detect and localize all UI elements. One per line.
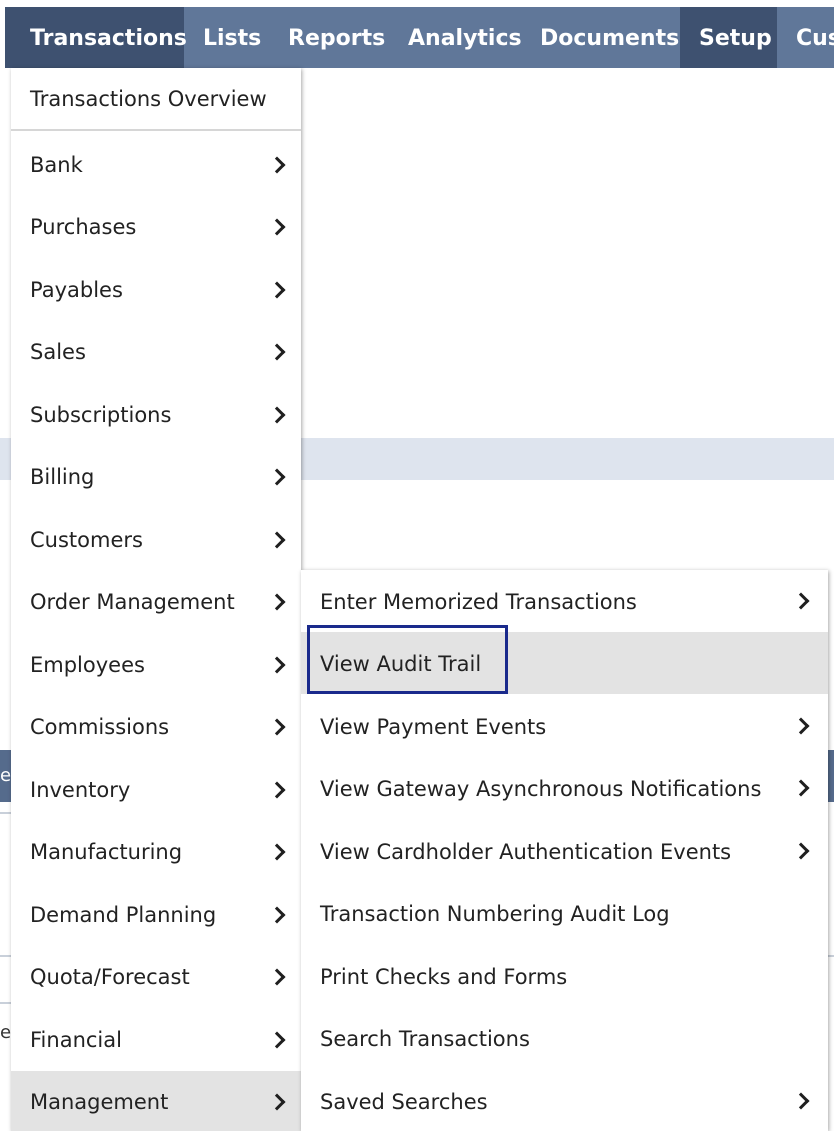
menu-item-management[interactable]: Management <box>11 1071 301 1131</box>
chevron-right-icon <box>268 718 286 736</box>
menu-item-label: Customers <box>30 528 143 552</box>
chevron-right-icon <box>268 343 286 361</box>
menu-item-customers[interactable]: Customers <box>11 509 301 571</box>
menu-item-purchases[interactable]: Purchases <box>11 196 301 258</box>
menu-item-transactions-overview[interactable]: Transactions Overview <box>11 68 301 131</box>
chevron-right-icon <box>268 406 286 424</box>
menu-item-label: Employees <box>30 653 145 677</box>
menu-item-label: Commissions <box>30 715 170 739</box>
chevron-right-icon <box>792 779 810 797</box>
menu-item-financial[interactable]: Financial <box>11 1009 301 1071</box>
nav-tab-label: Documents <box>540 26 680 51</box>
chevron-right-icon <box>268 531 286 549</box>
chevron-right-icon <box>792 717 810 735</box>
chevron-right-icon <box>792 592 810 610</box>
menu-item-label: Demand Planning <box>30 903 217 927</box>
submenu-item-label: Search Transactions <box>320 1027 530 1051</box>
chevron-right-icon <box>268 906 286 924</box>
menu-item-payables[interactable]: Payables <box>11 259 301 321</box>
menu-item-billing[interactable]: Billing <box>11 446 301 508</box>
background-divider <box>0 812 11 814</box>
submenu-item-saved-searches[interactable]: Saved Searches <box>301 1070 828 1131</box>
chevron-right-icon <box>268 218 286 236</box>
menu-item-label: Billing <box>30 465 95 489</box>
background-divider <box>828 955 834 957</box>
nav-tab-documents[interactable]: Documents <box>523 7 680 68</box>
menu-item-label: Sales <box>30 340 86 364</box>
submenu-item-transaction-numbering-audit-log[interactable]: Transaction Numbering Audit Log <box>301 882 828 944</box>
chevron-right-icon <box>268 593 286 611</box>
nav-tab-label: Reports <box>288 26 386 51</box>
nav-tab-analytics[interactable]: Analytics <box>389 7 523 68</box>
menu-item-subscriptions[interactable]: Subscriptions <box>11 384 301 446</box>
highlight-annotation-box <box>307 625 508 694</box>
chevron-right-icon <box>792 1092 810 1110</box>
menu-item-label: Bank <box>30 153 83 177</box>
submenu-item-search-transactions[interactable]: Search Transactions <box>301 1007 828 1069</box>
nav-tab-label: Cus <box>796 26 834 51</box>
menu-item-demand-planning[interactable]: Demand Planning <box>11 884 301 946</box>
menu-item-employees[interactable]: Employees <box>11 634 301 696</box>
chevron-right-icon <box>792 842 810 860</box>
chevron-right-icon <box>268 843 286 861</box>
menu-item-order-management[interactable]: Order Management <box>11 571 301 633</box>
submenu-item-label: View Payment Events <box>320 715 547 739</box>
nav-tab-label: Transactions <box>30 26 187 51</box>
menu-item-label: Inventory <box>30 778 131 802</box>
nav-tab-label: Lists <box>203 26 262 51</box>
chevron-right-icon <box>268 1031 286 1049</box>
menu-item-label: Transactions Overview <box>30 87 267 111</box>
submenu-item-label: Print Checks and Forms <box>320 965 568 989</box>
menu-item-quota-forecast[interactable]: Quota/Forecast <box>11 946 301 1008</box>
menu-item-commissions[interactable]: Commissions <box>11 696 301 758</box>
submenu-item-enter-memorized-transactions[interactable]: Enter Memorized Transactions <box>301 570 828 632</box>
menu-item-bank[interactable]: Bank <box>11 134 301 196</box>
nav-tab-customization[interactable]: Cus <box>777 7 834 68</box>
background-divider <box>0 955 11 957</box>
menu-item-label: Financial <box>30 1028 122 1052</box>
nav-tab-label: Analytics <box>408 26 522 51</box>
menu-item-sales[interactable]: Sales <box>11 321 301 383</box>
menu-item-label: Order Management <box>30 590 235 614</box>
nav-tab-reports[interactable]: Reports <box>269 7 389 68</box>
submenu-item-label: Enter Memorized Transactions <box>320 590 637 614</box>
chevron-right-icon <box>268 968 286 986</box>
menu-item-label: Quota/Forecast <box>30 965 190 989</box>
menu-item-label: Management <box>30 1090 169 1114</box>
nav-tab-setup[interactable]: Setup <box>680 7 777 68</box>
chevron-right-icon <box>268 656 286 674</box>
background-text-fragment: e <box>0 1022 12 1043</box>
submenu-item-label: View Cardholder Authentication Events <box>320 840 732 864</box>
nav-tab-lists[interactable]: Lists <box>184 7 269 68</box>
menu-item-label: Purchases <box>30 215 137 239</box>
submenu-item-view-payment-events[interactable]: View Payment Events <box>301 695 828 757</box>
top-nav-bar: Transactions Lists Reports Analytics Doc… <box>5 7 834 68</box>
transactions-menu: Transactions Overview Bank Purchases Pay… <box>11 68 301 1131</box>
submenu-item-view-gateway-asynchronous-notifications[interactable]: View Gateway Asynchronous Notifications <box>301 757 828 819</box>
submenu-item-label: View Gateway Asynchronous Notifications <box>320 777 762 801</box>
submenu-item-label: Saved Searches <box>320 1090 488 1114</box>
submenu-item-label: Transaction Numbering Audit Log <box>320 902 670 926</box>
chevron-right-icon <box>268 281 286 299</box>
menu-item-label: Manufacturing <box>30 840 183 864</box>
background-header-strip-right <box>828 750 834 802</box>
menu-item-label: Subscriptions <box>30 403 172 427</box>
background-divider <box>0 1002 11 1004</box>
background-text-fragment: e <box>0 765 12 786</box>
chevron-right-icon <box>268 1093 286 1111</box>
submenu-item-print-checks-and-forms[interactable]: Print Checks and Forms <box>301 945 828 1007</box>
chevron-right-icon <box>268 468 286 486</box>
menu-item-inventory[interactable]: Inventory <box>11 759 301 821</box>
nav-tab-label: Setup <box>699 26 772 51</box>
nav-tab-transactions[interactable]: Transactions <box>5 7 187 68</box>
menu-item-label: Payables <box>30 278 123 302</box>
management-submenu: Enter Memorized Transactions View Audit … <box>301 570 828 1131</box>
menu-item-manufacturing[interactable]: Manufacturing <box>11 821 301 883</box>
chevron-right-icon <box>268 781 286 799</box>
submenu-item-view-cardholder-authentication-events[interactable]: View Cardholder Authentication Events <box>301 820 828 882</box>
chevron-right-icon <box>268 156 286 174</box>
